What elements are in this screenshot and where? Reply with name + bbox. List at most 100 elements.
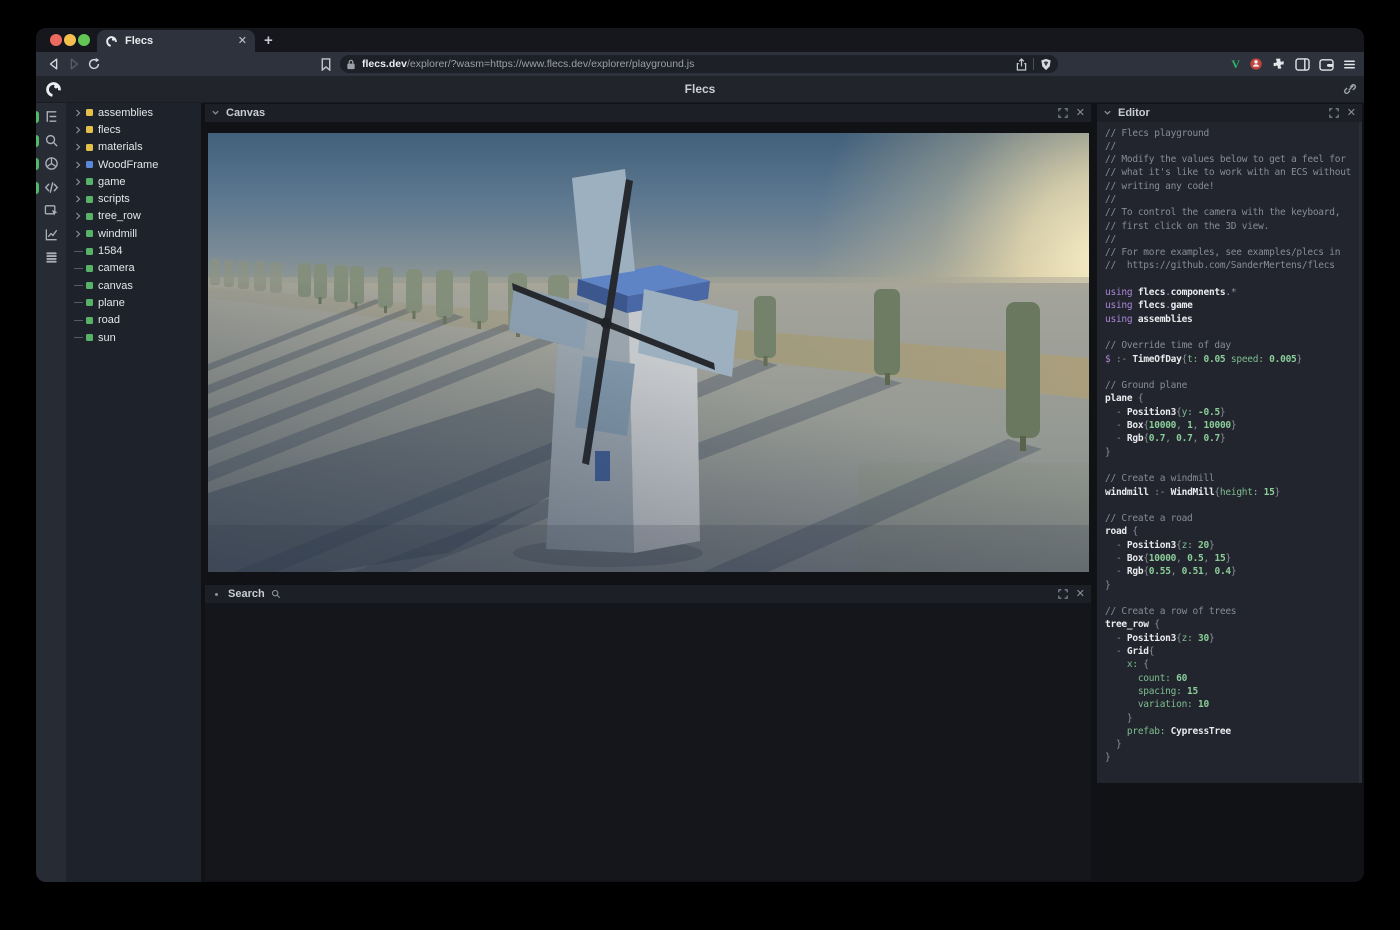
code-line[interactable]: // Flecs playground	[1105, 127, 1359, 140]
code-line[interactable]	[1105, 366, 1359, 379]
sidebar-scene-icon[interactable]	[36, 152, 66, 176]
code-line[interactable]: //	[1105, 140, 1359, 153]
code-line[interactable]	[1105, 592, 1359, 605]
panel-bullet-icon[interactable]	[215, 593, 218, 596]
expand-icon[interactable]	[1329, 108, 1339, 118]
back-icon[interactable]	[44, 55, 64, 73]
expand-icon[interactable]	[1058, 589, 1068, 599]
code-line[interactable]: x: {	[1105, 658, 1359, 671]
url-bar[interactable]: flecs.dev/explorer/?wasm=https://www.fle…	[340, 55, 1058, 73]
tree-item-road[interactable]: road	[66, 312, 201, 329]
tree-item-windmill[interactable]: windmill	[66, 225, 201, 242]
code-line[interactable]: - Rgb{0.55, 0.51, 0.4}	[1105, 565, 1359, 578]
code-line[interactable]: }	[1105, 751, 1359, 764]
code-line[interactable]: // Modify the values below to get a feel…	[1105, 153, 1359, 166]
menu-icon[interactable]	[1343, 58, 1356, 71]
code-line[interactable]: - Position3{z: 20}	[1105, 539, 1359, 552]
tree-item-flecs[interactable]: flecs	[66, 121, 201, 138]
code-line[interactable]: - Grid{	[1105, 645, 1359, 658]
browser-tab[interactable]: Flecs ✕	[97, 30, 255, 52]
code-line[interactable]: // Ground plane	[1105, 379, 1359, 392]
code-line[interactable]	[1105, 326, 1359, 339]
code-line[interactable]: tree_row {	[1105, 618, 1359, 631]
tree-item-sun[interactable]: sun	[66, 329, 201, 346]
reload-icon[interactable]	[84, 55, 104, 73]
chevron-right-icon[interactable]	[74, 143, 86, 151]
code-line[interactable]	[1105, 273, 1359, 286]
code-line[interactable]: road {	[1105, 525, 1359, 538]
chevron-down-icon[interactable]	[1103, 108, 1112, 117]
bookmark-icon[interactable]	[316, 55, 336, 73]
code-line[interactable]: prefab: CypressTree	[1105, 725, 1359, 738]
code-line[interactable]: // To control the camera with the keyboa…	[1105, 206, 1359, 219]
wallet-icon[interactable]	[1319, 58, 1334, 71]
tree-item-scripts[interactable]: scripts	[66, 190, 201, 207]
code-line[interactable]: $ :- TimeOfDay{t: 0.05 speed: 0.005}	[1105, 353, 1359, 366]
code-line[interactable]: //	[1105, 193, 1359, 206]
zoom-window-button[interactable]	[78, 34, 90, 46]
close-icon[interactable]: ✕	[1076, 108, 1085, 118]
code-editor[interactable]: // Flecs playground//// Modify the value…	[1097, 122, 1362, 783]
code-line[interactable]: // For more examples, see examples/plecs…	[1105, 246, 1359, 259]
close-icon[interactable]: ✕	[1076, 589, 1085, 599]
code-line[interactable]: count: 60	[1105, 672, 1359, 685]
code-line[interactable]	[1105, 459, 1359, 472]
code-line[interactable]: // Create a windmill	[1105, 472, 1359, 485]
chevron-down-icon[interactable]	[211, 108, 220, 117]
code-line[interactable]: plane {	[1105, 392, 1359, 405]
forward-icon[interactable]	[64, 55, 84, 73]
puzzle-icon[interactable]	[1272, 57, 1286, 71]
code-line[interactable]: - Rgb{0.7, 0.7, 0.7}	[1105, 432, 1359, 445]
code-line[interactable]: }	[1105, 579, 1359, 592]
sidebar-rows-icon[interactable]	[36, 246, 66, 270]
tree-item-WoodFrame[interactable]: WoodFrame	[66, 156, 201, 173]
link-icon[interactable]	[1343, 82, 1357, 96]
code-line[interactable]: // Override time of day	[1105, 339, 1359, 352]
code-line[interactable]: }	[1105, 712, 1359, 725]
sidebar-hierarchy-icon[interactable]	[36, 105, 66, 129]
code-line[interactable]	[1105, 499, 1359, 512]
expand-icon[interactable]	[1058, 108, 1068, 118]
chevron-right-icon[interactable]	[74, 195, 86, 203]
sidebar-panel-icon[interactable]	[1295, 58, 1310, 71]
code-line[interactable]: - Position3{z: 30}	[1105, 632, 1359, 645]
tree-item-materials[interactable]: materials	[66, 139, 201, 156]
tree-item-canvas[interactable]: canvas	[66, 277, 201, 294]
tree-item-game[interactable]: game	[66, 173, 201, 190]
red-extension-icon[interactable]	[1249, 57, 1263, 71]
sidebar-inspect-icon[interactable]	[36, 199, 66, 223]
tab-close-icon[interactable]: ✕	[238, 36, 247, 47]
chevron-right-icon[interactable]	[74, 178, 86, 186]
tree-item-camera[interactable]: camera	[66, 260, 201, 277]
chevron-right-icon[interactable]	[74, 109, 86, 117]
code-line[interactable]: // Create a road	[1105, 512, 1359, 525]
code-line[interactable]: using assemblies	[1105, 313, 1359, 326]
tree-item-tree_row[interactable]: tree_row	[66, 208, 201, 225]
brave-shield-icon[interactable]	[1040, 58, 1052, 71]
code-line[interactable]: variation: 10	[1105, 698, 1359, 711]
code-line[interactable]: }	[1105, 446, 1359, 459]
code-line[interactable]: windmill :- WindMill{height: 15}	[1105, 486, 1359, 499]
code-line[interactable]: - Position3{y: -0.5}	[1105, 406, 1359, 419]
sidebar-stats-icon[interactable]	[36, 223, 66, 247]
chevron-right-icon[interactable]	[74, 126, 86, 134]
sidebar-code-icon[interactable]	[36, 176, 66, 200]
code-line[interactable]: - Box{10000, 0.5, 15}	[1105, 552, 1359, 565]
close-window-button[interactable]	[50, 34, 62, 46]
chevron-right-icon[interactable]	[74, 161, 86, 169]
code-line[interactable]: // writing any code!	[1105, 180, 1359, 193]
code-line[interactable]: // first click on the 3D view.	[1105, 220, 1359, 233]
code-line[interactable]: spacing: 15	[1105, 685, 1359, 698]
tree-item-1584[interactable]: 1584	[66, 242, 201, 259]
code-line[interactable]: // Create a row of trees	[1105, 605, 1359, 618]
code-line[interactable]: using flecs.components.*	[1105, 286, 1359, 299]
3d-canvas-view[interactable]	[208, 133, 1089, 572]
search-panel-content[interactable]	[205, 603, 1091, 881]
code-line[interactable]: - Box{10000, 1, 10000}	[1105, 419, 1359, 432]
v-extension-icon[interactable]: V	[1231, 57, 1240, 72]
tree-item-assemblies[interactable]: assemblies	[66, 104, 201, 121]
chevron-right-icon[interactable]	[74, 230, 86, 238]
new-tab-button[interactable]: +	[264, 32, 273, 49]
tree-item-plane[interactable]: plane	[66, 294, 201, 311]
share-icon[interactable]	[1016, 58, 1027, 71]
